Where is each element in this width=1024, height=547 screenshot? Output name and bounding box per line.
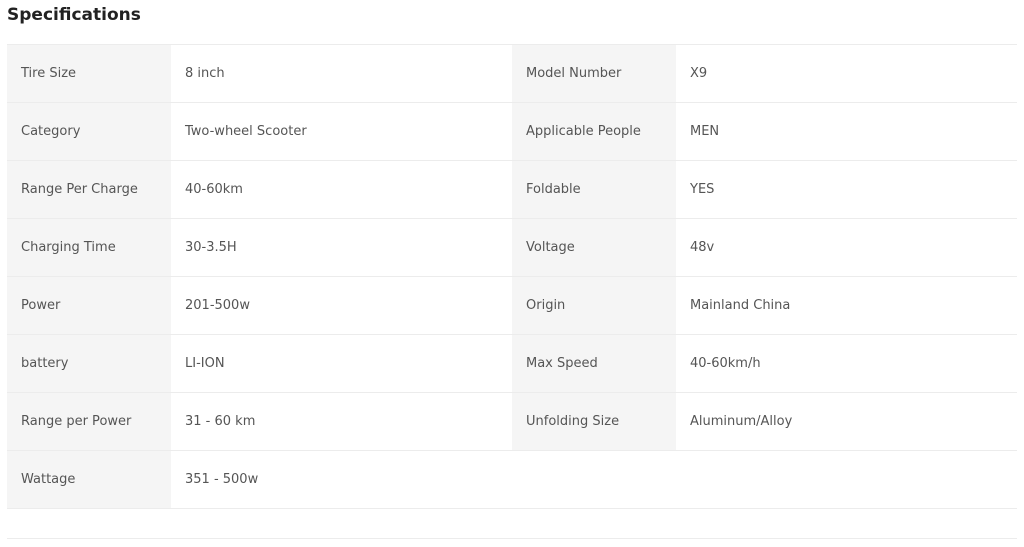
spec-value: LI-ION <box>171 335 512 392</box>
spec-label: Range Per Charge <box>7 161 171 218</box>
spec-value: X9 <box>676 45 1017 102</box>
spec-label: Voltage <box>512 219 676 276</box>
spec-value: 31 - 60 km <box>171 393 512 450</box>
spec-value: YES <box>676 161 1017 218</box>
spec-label: Foldable <box>512 161 676 218</box>
spec-value: Mainland China <box>676 277 1017 334</box>
spec-value: 48v <box>676 219 1017 276</box>
table-row: Tire Size 8 inch Model Number X9 <box>7 44 1017 103</box>
spec-value: 201-500w <box>171 277 512 334</box>
spec-label: Power <box>7 277 171 334</box>
spec-label: Category <box>7 103 171 160</box>
specifications-heading: Specifications <box>7 5 141 25</box>
spec-label: Wattage <box>7 451 171 508</box>
table-row: Power 201-500w Origin Mainland China <box>7 277 1017 335</box>
spec-label: Model Number <box>512 45 676 102</box>
spec-value-empty <box>676 451 1017 508</box>
bottom-divider <box>7 538 1017 539</box>
spec-value: 351 - 500w <box>171 451 512 508</box>
spec-value: MEN <box>676 103 1017 160</box>
spec-label: battery <box>7 335 171 392</box>
table-row: battery LI-ION Max Speed 40-60km/h <box>7 335 1017 393</box>
spec-value: 30-3.5H <box>171 219 512 276</box>
spec-value: 8 inch <box>171 45 512 102</box>
table-row: Wattage 351 - 500w <box>7 451 1017 509</box>
spec-label: Unfolding Size <box>512 393 676 450</box>
table-row: Range Per Charge 40-60km Foldable YES <box>7 161 1017 219</box>
spec-label: Max Speed <box>512 335 676 392</box>
spec-value: 40-60km/h <box>676 335 1017 392</box>
table-row: Charging Time 30-3.5H Voltage 48v <box>7 219 1017 277</box>
spec-value: Aluminum/Alloy <box>676 393 1017 450</box>
spec-value: Two-wheel Scooter <box>171 103 512 160</box>
specifications-table: Tire Size 8 inch Model Number X9 Categor… <box>7 44 1017 509</box>
table-row: Category Two-wheel Scooter Applicable Pe… <box>7 103 1017 161</box>
spec-label-empty <box>512 451 676 508</box>
spec-value: 40-60km <box>171 161 512 218</box>
table-row: Range per Power 31 - 60 km Unfolding Siz… <box>7 393 1017 451</box>
spec-label: Range per Power <box>7 393 171 450</box>
spec-label: Origin <box>512 277 676 334</box>
spec-label: Applicable People <box>512 103 676 160</box>
spec-label: Charging Time <box>7 219 171 276</box>
spec-label: Tire Size <box>7 45 171 102</box>
